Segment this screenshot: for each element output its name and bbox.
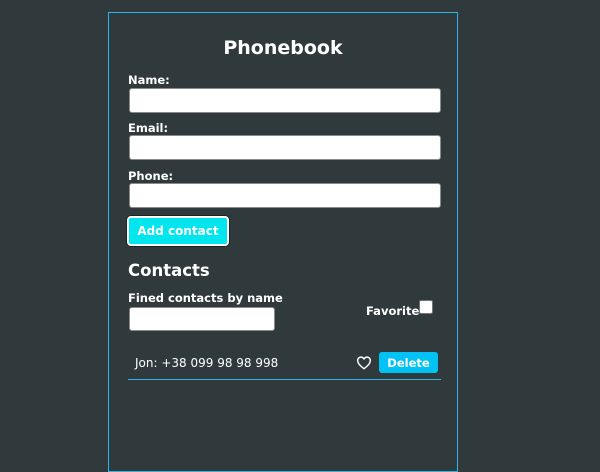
contacts-heading: Contacts (128, 261, 210, 280)
page-title: Phonebook (223, 37, 343, 59)
heart-outline-icon[interactable] (356, 355, 372, 371)
favorite-checkbox[interactable] (419, 300, 433, 314)
add-contact-button[interactable]: Add contact (127, 216, 229, 246)
delete-button[interactable]: Delete (379, 352, 438, 373)
contact-text: Jon: +38 099 98 98 998 (135, 356, 279, 370)
favorite-label: Favorite (366, 304, 420, 318)
name-label: Name: (128, 73, 170, 87)
phonebook-panel: Phonebook Name: Email: Phone: Add contac… (108, 12, 458, 472)
email-label: Email: (128, 121, 169, 135)
filter-input[interactable] (129, 307, 275, 331)
phone-label: Phone: (128, 169, 174, 183)
phone-input[interactable] (129, 183, 441, 208)
name-input[interactable] (129, 88, 441, 113)
contact-list-item: Jon: +38 099 98 98 998 Delete (128, 349, 441, 380)
email-input[interactable] (129, 135, 441, 160)
filter-label: Fined contacts by name (128, 291, 283, 305)
